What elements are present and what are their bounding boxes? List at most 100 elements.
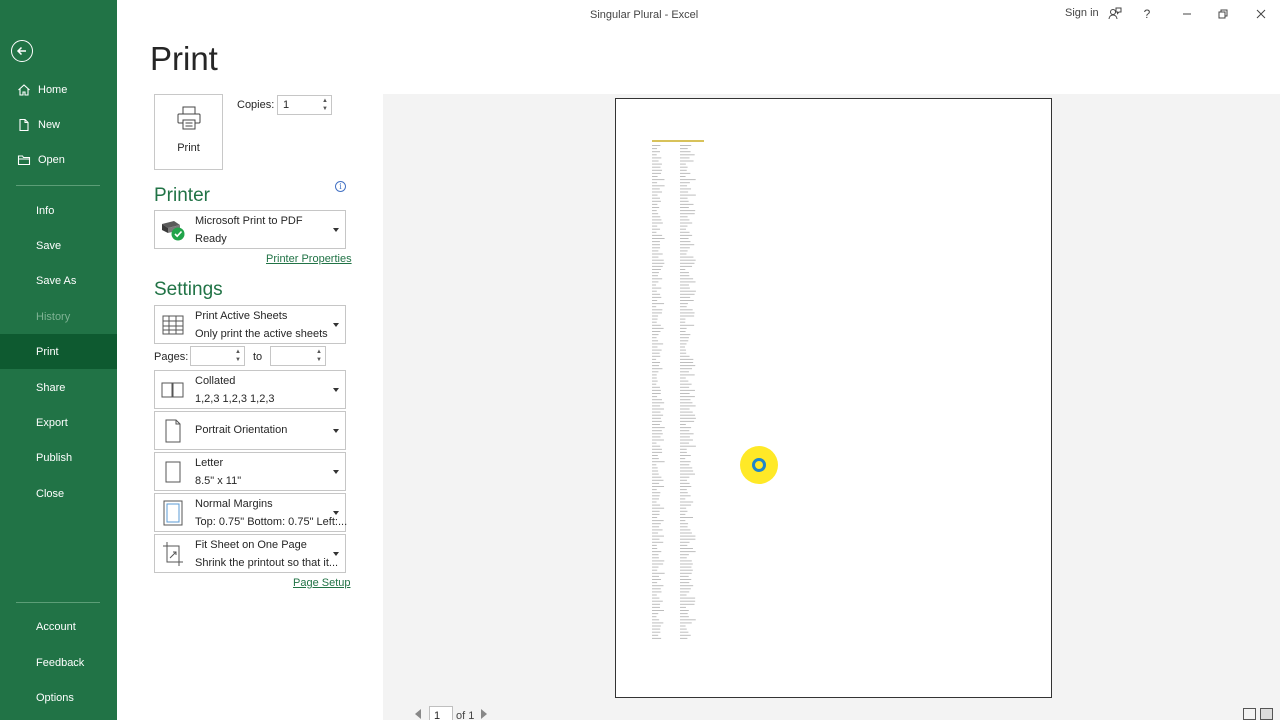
info-icon[interactable]: i xyxy=(335,181,346,192)
preview-text-line xyxy=(680,436,690,438)
preview-text-line xyxy=(680,300,694,301)
preview-text-line xyxy=(652,182,658,184)
preview-text-line xyxy=(652,340,659,342)
preview-text-line xyxy=(652,458,659,460)
preview-text-line xyxy=(680,427,692,429)
page-setup-link[interactable]: Page Setup xyxy=(293,577,351,589)
preview-text-line xyxy=(680,371,689,373)
preview-text-line xyxy=(652,176,658,177)
preview-text-line xyxy=(680,290,696,292)
preview-text-line xyxy=(652,315,659,317)
printer-dropdown[interactable]: Microsoft Print to PDF Ready xyxy=(154,210,346,249)
sidebar-item-account[interactable]: Account xyxy=(0,609,117,644)
pages-from-input[interactable]: ▲ ▼ xyxy=(190,346,245,366)
sidebar-divider xyxy=(16,602,100,603)
preview-text-line xyxy=(680,278,694,280)
preview-text-line xyxy=(680,510,688,512)
sidebar-divider xyxy=(16,185,100,186)
preview-text-line xyxy=(680,200,689,202)
paper-size-dropdown[interactable]: Letter 8.5" x 11" xyxy=(154,452,346,491)
preview-text-line xyxy=(680,402,693,404)
margins-dropdown[interactable]: Normal Margins Top: 0.75" Bottom: 0.75" … xyxy=(154,493,347,532)
preview-text-line xyxy=(652,265,663,267)
preview-text-line xyxy=(652,290,657,292)
back-arrow-icon[interactable] xyxy=(11,40,33,62)
show-margins-icon[interactable] xyxy=(1243,708,1256,720)
preview-text-line xyxy=(652,191,663,193)
sidebar-item-save[interactable]: Save xyxy=(0,228,117,263)
minimize-icon[interactable] xyxy=(1178,5,1196,23)
preview-text-line xyxy=(680,365,696,367)
preview-text-line xyxy=(680,619,696,621)
preview-text-line xyxy=(680,343,687,345)
preview-text-line xyxy=(680,575,689,577)
preview-text-line xyxy=(652,613,659,615)
sidebar-item-feedback[interactable]: Feedback xyxy=(0,645,117,680)
preview-text-line xyxy=(680,498,686,500)
sidebar-item-options[interactable]: Options xyxy=(0,680,117,715)
preview-text-line xyxy=(680,591,690,593)
orientation-dropdown[interactable]: Portrait Orientation xyxy=(154,411,346,450)
preview-text-line xyxy=(652,619,660,621)
sidebar-item-print[interactable]: Print xyxy=(0,334,117,369)
preview-text-line xyxy=(652,374,657,376)
preview-text-line xyxy=(652,337,657,339)
preview-text-line xyxy=(680,628,687,630)
collation-dropdown[interactable]: Collated 1,2,3 1,2,3 1,2,3 xyxy=(154,370,346,409)
preview-text-line xyxy=(652,470,659,472)
copies-spinner[interactable]: ▲ ▼ xyxy=(322,97,328,113)
sidebar-item-share[interactable]: Share xyxy=(0,370,117,405)
pages-to-spinner[interactable]: ▲ ▼ xyxy=(316,348,322,364)
next-page-icon[interactable] xyxy=(481,709,487,719)
preview-text-line xyxy=(652,231,657,233)
close-icon[interactable] xyxy=(1252,5,1270,23)
pages-from-spinner[interactable]: ▲ ▼ xyxy=(235,348,241,364)
window-title: Singular Plural - Excel xyxy=(590,9,699,21)
preview-text-line xyxy=(680,244,695,246)
preview-text-line xyxy=(652,498,659,500)
previous-page-icon[interactable] xyxy=(415,709,421,719)
preview-text-line xyxy=(680,269,686,270)
sidebar-item-export[interactable]: Export xyxy=(0,405,117,440)
sidebar-item-publish[interactable]: Publish xyxy=(0,440,117,475)
preview-text-line xyxy=(652,241,660,243)
preview-text-line xyxy=(652,610,664,611)
preview-text-line xyxy=(652,163,662,165)
coauthor-icon[interactable] xyxy=(1106,5,1124,23)
print-what-dropdown[interactable]: Print Active Sheets Only print the activ… xyxy=(154,305,346,344)
copies-input[interactable]: 1 ▲ ▼ xyxy=(277,95,332,115)
sidebar-item-info[interactable]: Info xyxy=(0,193,117,228)
scaling-dropdown[interactable]: Fit Sheet on One Page Shrink the printou… xyxy=(154,534,346,573)
preview-text-line xyxy=(680,538,696,540)
preview-text-line xyxy=(652,303,665,305)
current-page-input[interactable]: 1 xyxy=(429,706,453,720)
preview-text-line xyxy=(680,476,690,478)
sidebar-item-open[interactable]: Open xyxy=(0,142,117,177)
printer-properties-link[interactable]: Printer Properties xyxy=(266,253,352,265)
sidebar-item-save-as[interactable]: Save As xyxy=(0,263,117,298)
preview-text-line xyxy=(680,197,688,199)
preview-text-line xyxy=(680,386,690,388)
preview-text-line xyxy=(652,368,663,370)
paper-size-title: Letter xyxy=(195,457,224,469)
preview-text-line xyxy=(680,334,691,336)
sidebar-item-new[interactable]: New xyxy=(0,107,117,142)
copies-label: Copies: xyxy=(237,99,275,111)
preview-text-line xyxy=(652,405,661,407)
preview-text-line xyxy=(652,296,662,298)
preview-text-line xyxy=(652,197,661,199)
preview-text-line xyxy=(652,616,657,618)
sign-in-link[interactable]: Sign in xyxy=(1065,7,1099,19)
print-button[interactable]: Print xyxy=(154,94,223,170)
help-icon[interactable]: ? xyxy=(1138,5,1156,23)
preview-text-line xyxy=(680,145,692,146)
sidebar-item-home[interactable]: Home xyxy=(0,72,117,107)
zoom-to-page-icon[interactable] xyxy=(1260,708,1273,720)
preview-text-line xyxy=(652,482,660,484)
preview-text-line xyxy=(680,544,688,546)
preview-text-line xyxy=(680,154,695,156)
sidebar-item-close[interactable]: Close xyxy=(0,476,117,511)
restore-icon[interactable] xyxy=(1214,5,1232,23)
preview-text-line xyxy=(652,169,663,171)
pages-to-input[interactable]: ▲ ▼ xyxy=(270,346,326,366)
